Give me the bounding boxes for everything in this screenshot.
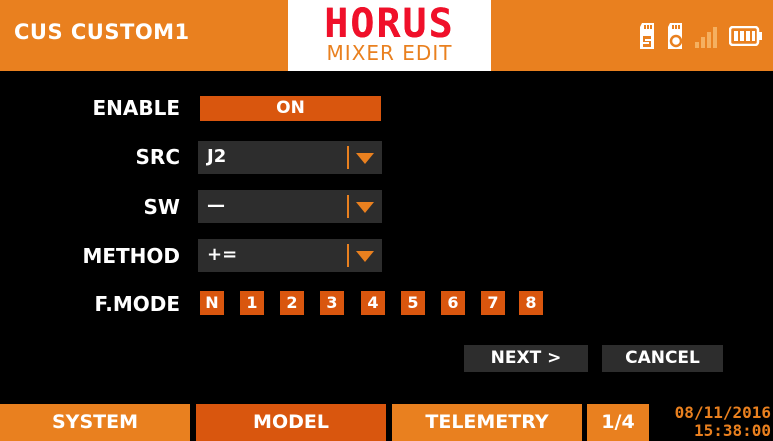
sw-label: SW xyxy=(143,195,180,219)
time-display: 15:38:00 xyxy=(693,421,771,440)
signal-bars-icon xyxy=(695,27,717,48)
tab-system[interactable]: SYSTEM xyxy=(0,404,190,441)
header-left: CUS CUSTOM1 xyxy=(0,0,288,71)
storage-icon xyxy=(668,23,683,49)
fmode-button-4[interactable]: 4 xyxy=(361,291,385,315)
method-label: METHOD xyxy=(82,244,180,268)
src-dropdown[interactable]: J2 xyxy=(198,141,382,174)
fmode-button-6[interactable]: 6 xyxy=(441,291,465,315)
model-name: CUS CUSTOM1 xyxy=(14,20,190,44)
battery-icon xyxy=(729,26,762,46)
fmode-button-1[interactable]: 1 xyxy=(240,291,264,315)
fmode-button-8[interactable]: 8 xyxy=(519,291,543,315)
chevron-down-icon xyxy=(356,153,374,164)
horus-logo: HORUS xyxy=(324,1,455,47)
next-button[interactable]: NEXT > xyxy=(464,345,588,372)
fmode-button-n[interactable]: N xyxy=(200,291,224,315)
fmode-button-2[interactable]: 2 xyxy=(280,291,304,315)
sw-dropdown[interactable]: — xyxy=(198,190,382,223)
src-label: SRC xyxy=(135,145,180,169)
dropdown-separator xyxy=(347,244,349,267)
enable-toggle[interactable]: ON xyxy=(200,96,381,121)
method-dropdown[interactable]: += xyxy=(198,239,382,272)
dropdown-separator xyxy=(347,146,349,169)
page-title: MIXER EDIT xyxy=(326,41,453,65)
chevron-down-icon xyxy=(356,251,374,262)
fmode-label: F.MODE xyxy=(94,292,181,316)
enable-label: ENABLE xyxy=(92,96,180,120)
fmode-button-3[interactable]: 3 xyxy=(320,291,344,315)
src-value: J2 xyxy=(207,146,227,167)
method-value: += xyxy=(207,244,238,265)
dropdown-separator xyxy=(347,195,349,218)
tab-telemetry[interactable]: TELEMETRY xyxy=(392,404,582,441)
sw-value: — xyxy=(207,195,225,216)
page-indicator-text: 1/4 xyxy=(601,411,635,433)
fmode-button-7[interactable]: 7 xyxy=(481,291,505,315)
sd-card-icon xyxy=(640,23,654,49)
fmode-button-5[interactable]: 5 xyxy=(401,291,425,315)
header-logo-panel: HORUS MIXER EDIT xyxy=(288,0,491,71)
chevron-down-icon xyxy=(356,202,374,213)
cancel-button[interactable]: CANCEL xyxy=(602,345,723,372)
page-indicator: 1/4 xyxy=(587,404,649,441)
header-right xyxy=(491,0,773,71)
date-display: 08/11/2016 xyxy=(674,403,771,422)
tab-model[interactable]: MODEL xyxy=(196,404,386,441)
header-bar: CUS CUSTOM1 HORUS MIXER EDIT xyxy=(0,0,773,76)
